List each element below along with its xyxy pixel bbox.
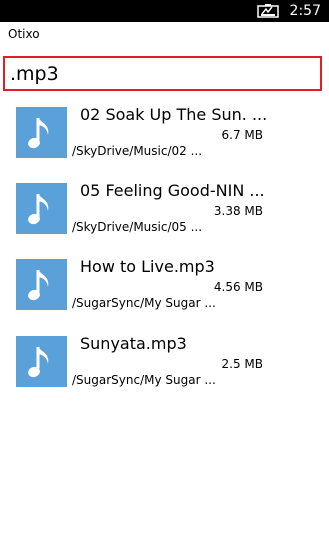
file-path: /SugarSync/My Sugar ...: [72, 373, 216, 387]
file-name: 05 Feeling Good-NIN ...: [80, 181, 265, 200]
file-path: /SugarSync/My Sugar ...: [72, 296, 216, 310]
music-note-icon: [16, 259, 67, 310]
music-note-icon: [16, 107, 67, 158]
search-query-text: .mp3: [10, 63, 59, 85]
file-list-item[interactable]: 02 Soak Up The Sun. ... 6.7 MB /SkyDrive…: [0, 105, 329, 173]
file-name: Sunyata.mp3: [80, 334, 187, 353]
search-input[interactable]: .mp3: [3, 56, 322, 91]
file-size: 2.5 MB: [221, 357, 263, 371]
status-bar: 2:57: [0, 0, 329, 22]
file-size: 4.56 MB: [213, 280, 263, 294]
app-title: Otixo: [8, 27, 40, 41]
file-size: 6.7 MB: [221, 128, 263, 142]
music-note-icon: [16, 336, 67, 387]
file-name: How to Live.mp3: [80, 257, 215, 276]
file-list-item[interactable]: How to Live.mp3 4.56 MB /SugarSync/My Su…: [0, 257, 329, 325]
file-path: /SkyDrive/Music/05 ...: [72, 220, 203, 234]
file-size: 3.38 MB: [213, 204, 263, 218]
file-path: /SkyDrive/Music/02 ...: [72, 144, 203, 158]
battery-charging-icon: [257, 4, 279, 18]
file-list-item[interactable]: 05 Feeling Good-NIN ... 3.38 MB /SkyDriv…: [0, 181, 329, 249]
file-list-item[interactable]: Sunyata.mp3 2.5 MB /SugarSync/My Sugar .…: [0, 334, 329, 402]
music-note-icon: [16, 183, 67, 234]
file-name: 02 Soak Up The Sun. ...: [80, 105, 268, 124]
status-time: 2:57: [289, 3, 321, 19]
